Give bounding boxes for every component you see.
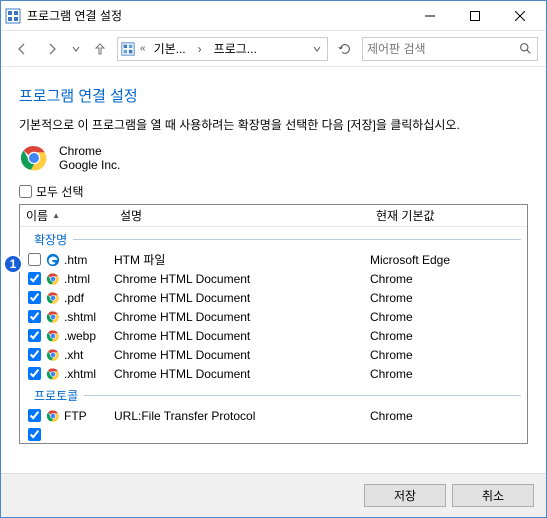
table-row[interactable]: .htmHTM 파일Microsoft Edge bbox=[20, 250, 527, 269]
table-row[interactable]: .webpChrome HTML DocumentChrome bbox=[20, 326, 527, 345]
row-checkbox[interactable] bbox=[28, 272, 41, 285]
group-protocols: 프로토콜 bbox=[20, 383, 527, 406]
edge-icon bbox=[44, 253, 62, 267]
close-button[interactable] bbox=[497, 2, 542, 30]
row-desc: HTM 파일 bbox=[114, 251, 370, 268]
save-button[interactable]: 저장 bbox=[364, 484, 446, 507]
refresh-button[interactable] bbox=[332, 37, 358, 61]
breadcrumb-dropdown-icon[interactable] bbox=[309, 42, 325, 56]
table-row[interactable]: FTPURL:File Transfer ProtocolChrome bbox=[20, 406, 527, 425]
row-ext: FTP bbox=[62, 409, 114, 423]
chrome-icon bbox=[44, 291, 62, 305]
page-description: 기본적으로 이 프로그램을 열 때 사용하려는 확장명을 선택한 다음 [저장]… bbox=[19, 116, 528, 133]
titlebar: 프로그램 연결 설정 bbox=[1, 1, 546, 31]
select-all-label[interactable]: 모두 선택 bbox=[36, 183, 84, 200]
row-desc: Chrome HTML Document bbox=[114, 329, 370, 343]
table-row[interactable]: .htmlChrome HTML DocumentChrome bbox=[20, 269, 527, 288]
chrome-icon bbox=[44, 348, 62, 362]
navbar: « 기본... › 프로그... bbox=[1, 31, 546, 67]
chrome-icon bbox=[44, 329, 62, 343]
window-title: 프로그램 연결 설정 bbox=[27, 7, 407, 24]
table-row[interactable] bbox=[20, 425, 527, 444]
search-box[interactable] bbox=[362, 37, 538, 61]
row-checkbox[interactable] bbox=[28, 291, 41, 304]
back-button[interactable] bbox=[9, 36, 35, 62]
grid-header: 이름▲ 설명 현재 기본값 bbox=[20, 205, 527, 227]
grid-body[interactable]: 확장명 .htmHTM 파일Microsoft Edge.htmlChrome … bbox=[20, 227, 527, 444]
table-row[interactable]: .shtmlChrome HTML DocumentChrome bbox=[20, 307, 527, 326]
table-row[interactable]: .xhtmlChrome HTML DocumentChrome bbox=[20, 364, 527, 383]
row-ext: .pdf bbox=[62, 291, 114, 305]
recent-dropdown-icon[interactable] bbox=[69, 45, 83, 53]
table-row[interactable]: .pdfChrome HTML DocumentChrome bbox=[20, 288, 527, 307]
col-desc-header[interactable]: 설명 bbox=[114, 205, 370, 226]
minimize-button[interactable] bbox=[407, 2, 452, 30]
row-checkbox[interactable] bbox=[28, 329, 41, 342]
row-checkbox[interactable] bbox=[28, 253, 41, 266]
chrome-icon bbox=[44, 272, 62, 286]
breadcrumb-overflow-icon[interactable]: « bbox=[138, 43, 148, 54]
row-default: Chrome bbox=[370, 367, 527, 381]
row-checkbox[interactable] bbox=[28, 428, 41, 441]
association-grid: 이름▲ 설명 현재 기본값 확장명 .htmHTM 파일Microsoft Ed… bbox=[19, 204, 528, 444]
search-input[interactable] bbox=[367, 42, 517, 56]
row-desc: Chrome HTML Document bbox=[114, 367, 370, 381]
sort-asc-icon: ▲ bbox=[52, 211, 60, 220]
row-ext: .html bbox=[62, 272, 114, 286]
row-ext: .webp bbox=[62, 329, 114, 343]
app-publisher-label: Google Inc. bbox=[59, 158, 120, 172]
row-checkbox[interactable] bbox=[28, 409, 41, 422]
app-info: Chrome Google Inc. bbox=[19, 143, 528, 173]
chrome-icon bbox=[44, 310, 62, 324]
chrome-icon bbox=[44, 409, 62, 423]
row-default: Chrome bbox=[370, 348, 527, 362]
row-default: Chrome bbox=[370, 310, 527, 324]
row-ext: .shtml bbox=[62, 310, 114, 324]
select-all-row: 모두 선택 bbox=[19, 183, 528, 200]
row-default: Chrome bbox=[370, 409, 527, 423]
row-checkbox[interactable] bbox=[28, 310, 41, 323]
page-title: 프로그램 연결 설정 bbox=[19, 85, 528, 106]
breadcrumb-seg-2[interactable]: 프로그... bbox=[210, 40, 261, 57]
forward-button[interactable] bbox=[39, 36, 65, 62]
row-desc: Chrome HTML Document bbox=[114, 291, 370, 305]
cancel-button[interactable]: 취소 bbox=[452, 484, 534, 507]
annotation-callout-1: 1 bbox=[3, 254, 23, 274]
row-default: Chrome bbox=[370, 329, 527, 343]
maximize-button[interactable] bbox=[452, 2, 497, 30]
chrome-icon bbox=[19, 143, 49, 173]
col-name-header[interactable]: 이름▲ bbox=[20, 205, 114, 226]
chevron-right-icon[interactable]: › bbox=[192, 42, 208, 56]
content-area: 프로그램 연결 설정 기본적으로 이 프로그램을 열 때 사용하려는 확장명을 … bbox=[1, 67, 546, 454]
select-all-checkbox[interactable] bbox=[19, 185, 32, 198]
row-checkbox[interactable] bbox=[28, 367, 41, 380]
app-icon bbox=[5, 8, 21, 24]
row-desc: Chrome HTML Document bbox=[114, 272, 370, 286]
row-desc: Chrome HTML Document bbox=[114, 310, 370, 324]
app-name-label: Chrome bbox=[59, 144, 120, 158]
row-default: Chrome bbox=[370, 291, 527, 305]
row-ext: .xhtml bbox=[62, 367, 114, 381]
chrome-icon bbox=[44, 367, 62, 381]
footer: 저장 취소 bbox=[1, 473, 546, 517]
up-button[interactable] bbox=[87, 36, 113, 62]
breadcrumb[interactable]: « 기본... › 프로그... bbox=[117, 37, 328, 61]
row-checkbox[interactable] bbox=[28, 348, 41, 361]
col-default-header[interactable]: 현재 기본값 bbox=[370, 205, 510, 226]
table-row[interactable]: .xhtChrome HTML DocumentChrome bbox=[20, 345, 527, 364]
control-panel-icon bbox=[120, 41, 136, 57]
breadcrumb-seg-1[interactable]: 기본... bbox=[150, 40, 190, 57]
search-icon[interactable] bbox=[517, 42, 533, 55]
row-default: Microsoft Edge bbox=[370, 253, 527, 267]
row-default: Chrome bbox=[370, 272, 527, 286]
row-desc: Chrome HTML Document bbox=[114, 348, 370, 362]
group-extensions: 확장명 bbox=[20, 227, 527, 250]
row-ext: .htm bbox=[62, 253, 114, 267]
row-desc: URL:File Transfer Protocol bbox=[114, 409, 370, 423]
row-ext: .xht bbox=[62, 348, 114, 362]
